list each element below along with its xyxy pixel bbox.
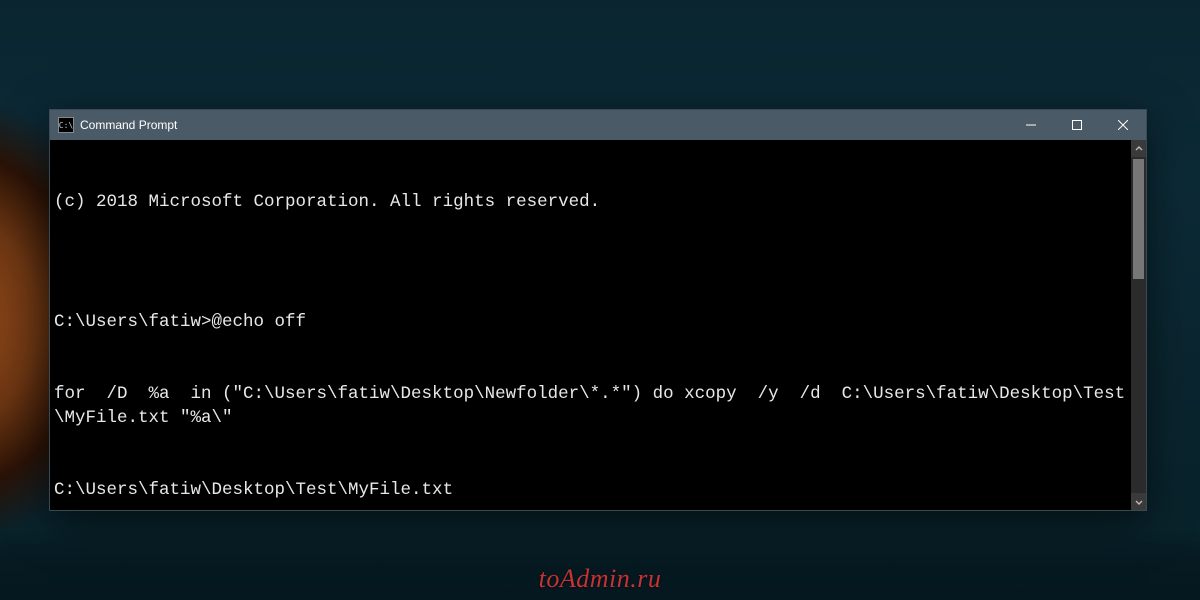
- terminal-client-area: (c) 2018 Microsoft Corporation. All righ…: [50, 140, 1146, 510]
- minimize-button[interactable]: [1008, 110, 1054, 140]
- maximize-icon: [1072, 120, 1082, 130]
- terminal-output[interactable]: (c) 2018 Microsoft Corporation. All righ…: [50, 140, 1131, 510]
- scroll-up-button[interactable]: [1131, 140, 1146, 157]
- minimize-icon: [1026, 120, 1036, 130]
- chevron-down-icon: [1135, 498, 1143, 506]
- command-prompt-icon: C:\: [58, 117, 74, 133]
- scroll-down-button[interactable]: [1131, 493, 1146, 510]
- window-title: Command Prompt: [80, 118, 177, 132]
- watermark-text: toAdmin.ru: [539, 564, 662, 594]
- close-icon: [1118, 120, 1128, 130]
- terminal-line: C:\Users\fatiw\Desktop\Test\MyFile.txt: [54, 478, 1127, 502]
- maximize-button[interactable]: [1054, 110, 1100, 140]
- vertical-scrollbar[interactable]: [1131, 140, 1146, 510]
- terminal-line: C:\Users\fatiw>@echo off: [54, 310, 1127, 334]
- scroll-thumb[interactable]: [1133, 159, 1144, 279]
- chevron-up-icon: [1135, 145, 1143, 153]
- close-button[interactable]: [1100, 110, 1146, 140]
- terminal-line: (c) 2018 Microsoft Corporation. All righ…: [54, 190, 1127, 214]
- terminal-line: for /D %a in ("C:\Users\fatiw\Desktop\Ne…: [54, 382, 1127, 430]
- command-prompt-window: C:\ Command Prompt (c) 2018 Microsoft Co…: [49, 109, 1147, 511]
- titlebar[interactable]: C:\ Command Prompt: [50, 110, 1146, 140]
